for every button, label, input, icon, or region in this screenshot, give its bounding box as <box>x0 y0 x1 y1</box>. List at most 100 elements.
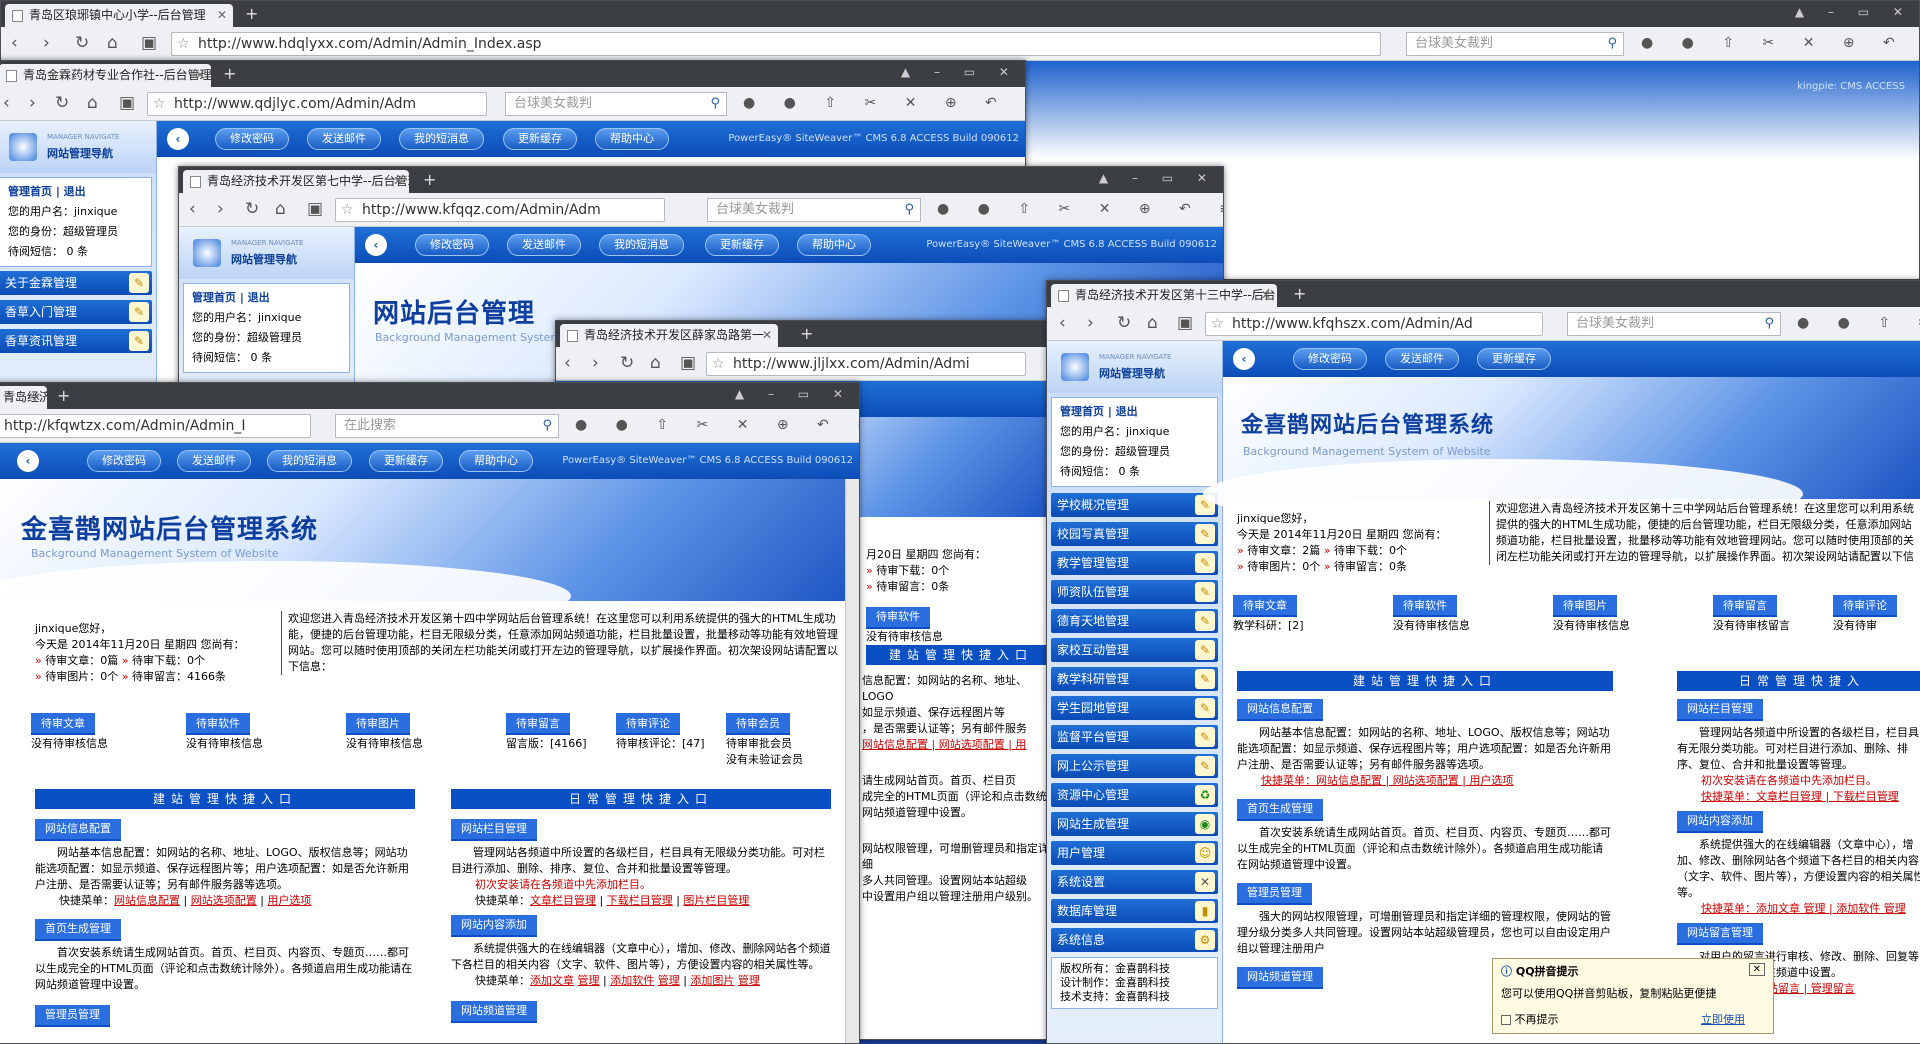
search-box[interactable]: 台球美女裁判 ⚲ <box>1406 32 1624 56</box>
sidebar-item-site-generate[interactable]: 网站生成管理 ◉ <box>1051 812 1218 836</box>
new-tab-button[interactable]: + <box>57 386 70 406</box>
toolbar-icons[interactable]: ● ● ⇧ ✂ ✕ ⊕ ↶ ≡ <box>575 417 859 433</box>
nav-home-logout[interactable]: 管理首页 | 退出 <box>192 288 341 308</box>
search-box[interactable]: 台球美女裁判 ⚲ <box>505 92 727 116</box>
link-manage[interactable]: 管理 <box>578 974 600 987</box>
window-controls[interactable]: ▲ – ▭ ✕ <box>1795 5 1913 19</box>
columns-heading[interactable]: 网站栏目管理 <box>451 819 537 841</box>
toolbar-icons[interactable]: ● ● ⇧ ✂ ✕ ⊕ ↶ ≡ <box>937 201 1223 217</box>
new-tab-button[interactable]: + <box>1293 284 1306 304</box>
address-bar[interactable]: ☆ http://www.qdjlyc.com/Admin/Adm <box>147 92 487 116</box>
sidebar-item-settings[interactable]: 系统设置 ✕ <box>1051 870 1218 894</box>
sidebar-item-moral-education[interactable]: 德育天地管理 ✎ <box>1051 609 1218 633</box>
menu-help[interactable]: 帮助中心 <box>797 234 871 256</box>
sidebar-item-resources[interactable]: 资源中心管理 ♻ <box>1051 783 1218 807</box>
quick-links[interactable]: 网站信息配置 | 网站选项配置 | 用 <box>862 737 1052 753</box>
channel-heading[interactable]: 网站频道管理 <box>451 1001 537 1023</box>
close-tab-icon[interactable]: ✕ <box>31 386 41 409</box>
pending-software-label[interactable]: 待审软件 <box>186 713 250 735</box>
search-box[interactable]: 在此搜索 ⚲ <box>335 414 559 438</box>
search-box[interactable]: 台球美女裁判 ⚲ <box>1567 312 1781 336</box>
browser-tab[interactable]: 青岛区琅琊镇中心小学--后台管理 ✕ <box>5 4 233 27</box>
reload-icon[interactable]: ↻ <box>620 353 634 373</box>
window-controls[interactable]: ▲ – ▭ ✕ <box>1099 171 1217 185</box>
nav-home-logout[interactable]: 管理首页 | 退出 <box>8 182 143 202</box>
menu-change-password[interactable]: 修改密码 <box>87 450 161 472</box>
menu-send-mail[interactable]: 发送邮件 <box>507 234 581 256</box>
pending-messages-label[interactable]: 待审留言 <box>506 713 570 735</box>
bookmark-icon[interactable]: ▣ <box>307 199 323 219</box>
star-icon[interactable]: ☆ <box>153 93 166 115</box>
link-add-software[interactable]: 添加软件 <box>610 974 654 987</box>
collapse-icon[interactable]: ‹ <box>17 450 39 472</box>
home-icon[interactable]: ⌂ <box>275 199 286 219</box>
sidebar-item-system-info[interactable]: 系统信息 ⚙ <box>1051 928 1218 952</box>
star-icon[interactable]: ☆ <box>712 353 725 375</box>
menu-change-password[interactable]: 修改密码 <box>215 128 289 150</box>
search-icon[interactable]: ⚲ <box>1764 313 1774 335</box>
new-tab-button[interactable]: + <box>800 324 813 344</box>
nav-home-logout[interactable]: 管理首页 | 退出 <box>1060 402 1209 422</box>
sidebar-item-faculty[interactable]: 师资队伍管理 ✎ <box>1051 580 1218 604</box>
pending-members-label[interactable]: 待审会员 <box>726 713 790 735</box>
menu-send-mail[interactable]: 发送邮件 <box>307 128 381 150</box>
sidebar-item-home-school[interactable]: 家校互动管理 ✎ <box>1051 638 1218 662</box>
use-now-link[interactable]: 立即使用 <box>1701 1011 1745 1027</box>
link-manage[interactable]: 管理 <box>658 974 680 987</box>
reload-icon[interactable]: ↻ <box>245 199 259 219</box>
new-tab-button[interactable]: + <box>245 4 258 24</box>
menu-change-password[interactable]: 修改密码 <box>1293 348 1367 370</box>
forward-icon[interactable]: › <box>217 199 224 219</box>
browser-tab[interactable]: 青岛金霖药材专业合作社--后台管理 ✕ <box>0 64 211 87</box>
menu-send-mail[interactable]: 发送邮件 <box>177 450 251 472</box>
quick-menu[interactable]: 快捷菜单：文章栏目管理 | 下载栏目管理 <box>1677 789 1920 805</box>
menu-change-password[interactable]: 修改密码 <box>415 234 489 256</box>
sidebar-item-database[interactable]: 数据库管理 ▮ <box>1051 899 1218 923</box>
admin-heading[interactable]: 管理员管理 <box>35 1005 110 1027</box>
pending-software-label[interactable]: 待审软件 <box>866 607 930 629</box>
reload-icon[interactable]: ↻ <box>55 93 69 113</box>
back-icon[interactable]: ‹ <box>189 199 196 219</box>
forward-icon[interactable]: › <box>1087 313 1094 333</box>
admin-heading[interactable]: 管理员管理 <box>1237 883 1312 905</box>
menu-messages[interactable]: 我的短消息 <box>599 234 684 256</box>
menu-help[interactable]: 帮助中心 <box>459 450 533 472</box>
menu-send-mail[interactable]: 发送邮件 <box>1385 348 1459 370</box>
sidebar-item-teaching[interactable]: 教学管理管理 ✎ <box>1051 551 1218 575</box>
channel-heading[interactable]: 网站频道管理 <box>1237 967 1323 989</box>
star-icon[interactable]: ☆ <box>1211 313 1224 335</box>
search-icon[interactable]: ⚲ <box>904 199 914 221</box>
new-tab-button[interactable]: + <box>423 170 436 190</box>
link-manage[interactable]: 管理 <box>738 974 760 987</box>
collapse-icon[interactable]: ‹ <box>167 128 189 150</box>
address-bar[interactable]: ☆ http://www.kfqqz.com/Admin/Adm <box>335 198 665 222</box>
search-box[interactable]: 台球美女裁判 ⚲ <box>707 198 921 222</box>
bookmark-icon[interactable]: ▣ <box>680 353 696 373</box>
sidebar-item-about[interactable]: 关于金霖管理 ✎ <box>0 271 152 295</box>
sidebar-item-supervision[interactable]: 监督平台管理 ✎ <box>1051 725 1218 749</box>
menu-messages[interactable]: 我的短消息 <box>267 450 352 472</box>
sidebar-item-public-notice[interactable]: 网上公示管理 ✎ <box>1051 754 1218 778</box>
sidebar-item-news[interactable]: 香草资讯管理 ✎ <box>0 329 152 353</box>
menu-update-cache[interactable]: 更新缓存 <box>1477 348 1551 370</box>
menu-messages[interactable]: 我的短消息 <box>399 128 484 150</box>
collapse-icon[interactable]: ‹ <box>1233 348 1255 370</box>
close-tab-icon[interactable]: ✕ <box>195 64 205 87</box>
pending-images-label[interactable]: 待审图片 <box>346 713 410 735</box>
reload-icon[interactable]: ↻ <box>75 33 89 53</box>
back-icon[interactable]: ‹ <box>564 353 571 373</box>
home-icon[interactable]: ⌂ <box>1147 313 1158 333</box>
bookmark-icon[interactable]: ▣ <box>1177 313 1193 333</box>
close-tab-icon[interactable]: ✕ <box>393 170 403 193</box>
address-bar[interactable]: http://kfqwtzx.com/Admin/Admin_I <box>0 414 311 438</box>
home-icon[interactable]: ⌂ <box>87 93 98 113</box>
back-icon[interactable]: ‹ <box>11 33 18 53</box>
pending-software-label[interactable]: 待审软件 <box>1393 595 1457 617</box>
homepage-heading[interactable]: 首页生成管理 <box>1237 799 1323 821</box>
window-controls[interactable]: ▲ – ▭ ✕ <box>901 65 1019 79</box>
star-icon[interactable]: ☆ <box>341 199 354 221</box>
link-site-options[interactable]: 网站选项配置 <box>191 894 257 907</box>
columns-heading[interactable]: 网站栏目管理 <box>1677 699 1763 721</box>
close-tab-icon[interactable]: ✕ <box>217 4 227 27</box>
sidebar-item-users[interactable]: 用户管理 ☺ <box>1051 841 1218 865</box>
